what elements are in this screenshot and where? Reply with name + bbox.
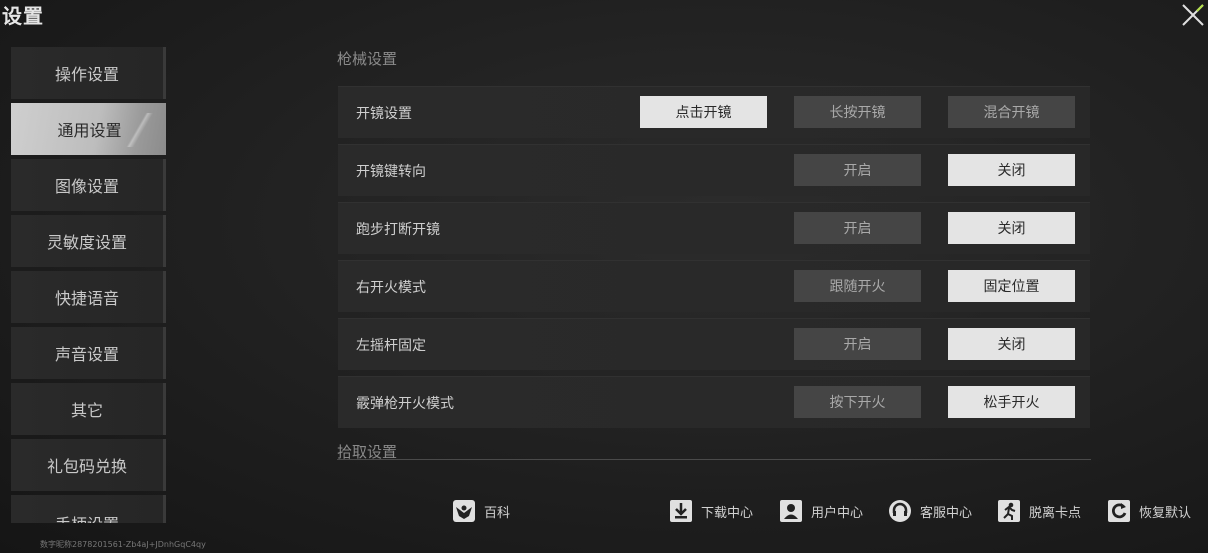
download-center-button[interactable]: 下载中心: [669, 497, 753, 525]
setting-label: 右开火模式: [356, 280, 426, 296]
service-label: 客服中心: [920, 505, 973, 521]
option-release-fire[interactable]: 松手开火: [948, 386, 1075, 418]
reset-default-button[interactable]: 恢复默认: [1107, 497, 1191, 525]
sidebar-item-label: 声音设置: [54, 345, 119, 364]
option-on[interactable]: 开启: [794, 328, 921, 360]
option-mixed-scope[interactable]: 混合开镜: [948, 96, 1075, 128]
unstuck-button[interactable]: 脱离卡点: [997, 497, 1081, 525]
running-man-icon: [997, 499, 1021, 523]
setting-row-shotgun-fire: 霰弹枪开火模式 按下开火 松手开火: [338, 376, 1090, 428]
sidebar-item-label: 操作设置: [54, 65, 119, 84]
download-label: 下载中心: [701, 505, 754, 521]
wiki-label: 百科: [484, 505, 511, 521]
sidebar-item-label: 礼包码兑换: [46, 457, 127, 476]
sidebar-item-sound[interactable]: 声音设置: [11, 327, 166, 379]
sidebar: 操作设置 通用设置 图像设置 灵敏度设置 快捷语音 声音设置 其它 礼包码兑换 …: [11, 47, 166, 523]
setting-row-left-joystick: 左摇杆固定 开启 关闭: [338, 318, 1090, 370]
sidebar-item-sensitivity[interactable]: 灵敏度设置: [11, 215, 166, 267]
setting-row-scope-turn: 开镜键转向 开启 关闭: [338, 144, 1090, 196]
setting-label: 跑步打断开镜: [356, 222, 440, 238]
option-hold-scope[interactable]: 长按开镜: [794, 96, 921, 128]
option-on[interactable]: 开启: [794, 154, 921, 186]
setting-label: 霰弹枪开火模式: [356, 396, 454, 412]
customer-service-button[interactable]: 客服中心: [888, 497, 972, 525]
section-title-gun: 枪械设置: [337, 50, 398, 68]
sidebar-item-graphics[interactable]: 图像设置: [11, 159, 166, 211]
wiki-emblem-icon: [452, 499, 476, 523]
option-press-fire[interactable]: 按下开火: [794, 386, 921, 418]
reset-icon: [1107, 499, 1131, 523]
user-center-button[interactable]: 用户中心: [779, 497, 863, 525]
gun-settings-list: 开镜设置 点击开镜 长按开镜 混合开镜 开镜键转向 开启 关闭 跑步打断开镜 开…: [338, 86, 1090, 434]
reset-label: 恢复默认: [1139, 505, 1192, 521]
wiki-button[interactable]: 百科: [452, 497, 510, 525]
setting-label: 开镜键转向: [356, 164, 426, 180]
page-title: 设置: [2, 4, 44, 28]
option-fixed-position[interactable]: 固定位置: [948, 270, 1075, 302]
sidebar-item-general[interactable]: 通用设置: [11, 103, 166, 155]
setting-label: 左摇杆固定: [356, 338, 426, 354]
account-id: 数字昵称2878201561-Zb4aJ+JDnhGqC4qy: [40, 540, 206, 549]
sidebar-item-gift-code[interactable]: 礼包码兑换: [11, 439, 166, 491]
section-title-pickup: 拾取设置: [337, 437, 1091, 460]
section-title-pickup-label: 拾取设置: [337, 443, 398, 460]
option-follow-fire[interactable]: 跟随开火: [794, 270, 921, 302]
sidebar-item-label: 其它: [70, 401, 103, 420]
sidebar-item-controls[interactable]: 操作设置: [11, 47, 166, 99]
download-icon: [669, 499, 693, 523]
sidebar-item-label: 通用设置: [57, 121, 122, 140]
option-off[interactable]: 关闭: [948, 328, 1075, 360]
sidebar-item-label: 图像设置: [54, 177, 119, 196]
sidebar-item-label: 灵敏度设置: [46, 233, 127, 252]
setting-row-run-interrupt: 跑步打断开镜 开启 关闭: [338, 202, 1090, 254]
user-icon: [779, 499, 803, 523]
setting-row-right-fire: 右开火模式 跟随开火 固定位置: [338, 260, 1090, 312]
setting-row-scope: 开镜设置 点击开镜 长按开镜 混合开镜: [338, 86, 1090, 138]
user-label: 用户中心: [811, 505, 864, 521]
close-icon[interactable]: [1180, 2, 1206, 28]
sidebar-item-gamepad[interactable]: 手柄设置: [11, 495, 166, 523]
option-off[interactable]: 关闭: [948, 154, 1075, 186]
option-off[interactable]: 关闭: [948, 212, 1075, 244]
sidebar-item-other[interactable]: 其它: [11, 383, 166, 435]
unstuck-label: 脱离卡点: [1029, 505, 1082, 521]
option-tap-scope[interactable]: 点击开镜: [640, 96, 767, 128]
headset-icon: [888, 499, 912, 523]
sidebar-item-label: 快捷语音: [54, 289, 119, 308]
sidebar-item-quick-voice[interactable]: 快捷语音: [11, 271, 166, 323]
sidebar-item-label: 手柄设置: [55, 511, 119, 523]
option-on[interactable]: 开启: [794, 212, 921, 244]
setting-label: 开镜设置: [356, 106, 412, 122]
